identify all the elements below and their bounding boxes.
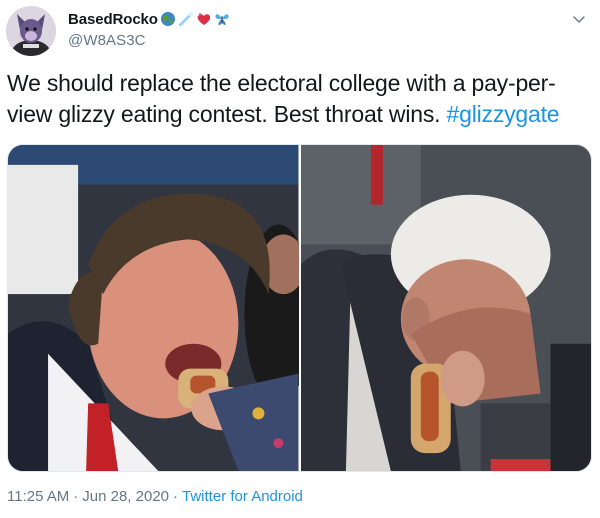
media-grid (7, 144, 592, 472)
meta-separator-2: · (173, 488, 179, 505)
tweet-menu-button[interactable] (570, 10, 588, 28)
meta-separator: · (73, 488, 79, 505)
butterfly-emoji-icon (214, 11, 230, 27)
avatar[interactable] (6, 6, 56, 56)
comet-emoji-icon (178, 11, 194, 27)
tweet-text: We should replace the electoral college … (7, 68, 591, 130)
heart-emoji-icon (196, 11, 212, 27)
photo-man-eating-hotdog-right-icon (300, 145, 591, 471)
tweet-date[interactable]: Jun 28, 2020 (82, 488, 169, 505)
tweet-source-link[interactable]: Twitter for Android (182, 488, 303, 505)
user-handle[interactable]: @W8AS3C (68, 32, 230, 49)
tweet-meta: 11:25 AM · Jun 28, 2020 · Twitter for An… (7, 488, 303, 505)
chevron-down-icon (573, 16, 585, 23)
photo-man-eating-hotdog-left-icon (8, 145, 299, 471)
photo-left[interactable] (8, 145, 299, 471)
globe-emoji-icon (160, 11, 176, 27)
display-name[interactable]: BasedRocko (68, 11, 158, 28)
name-row: BasedRocko (68, 9, 230, 29)
hashtag-link[interactable]: #glizzygate (447, 101, 560, 127)
tweet-card: BasedRocko @W8AS3C We should replace the… (0, 0, 600, 518)
author-info: BasedRocko @W8AS3C (68, 9, 230, 49)
tweet-time[interactable]: 11:25 AM (7, 488, 69, 505)
photo-right[interactable] (300, 145, 591, 471)
